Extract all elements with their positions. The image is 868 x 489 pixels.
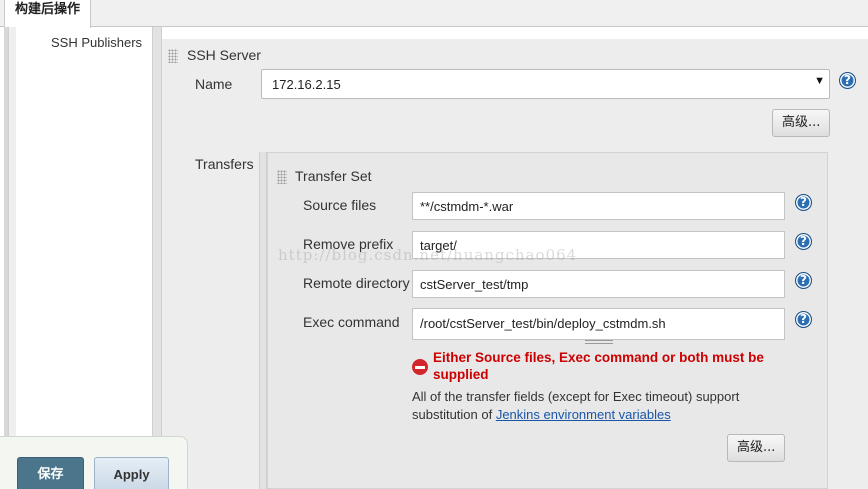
ssh-publishers-label: SSH Publishers [51, 35, 143, 50]
remove-prefix-help-icon[interactable]: ? [795, 233, 812, 250]
exec-command-help-icon[interactable]: ? [795, 311, 812, 328]
left-gutter-panel [8, 27, 16, 489]
watermark-text: http://blog.csdn.net/huangchao064 [278, 246, 578, 264]
textarea-resize-handle[interactable] [585, 340, 613, 344]
publisher-section-gutter [152, 27, 162, 489]
ssh-server-drag-handle-icon[interactable] [168, 49, 178, 63]
server-name-help-icon[interactable]: ? [839, 72, 856, 89]
transfer-set-drag-handle-icon[interactable] [277, 170, 287, 184]
no-entry-icon [412, 359, 428, 375]
remote-directory-help-icon[interactable]: ? [795, 272, 812, 289]
server-name-value: 172.16.2.15 [272, 77, 341, 92]
remote-directory-label: Remote directory [303, 275, 410, 291]
save-button[interactable]: 保存 [17, 457, 84, 489]
exec-command-label: Exec command [303, 314, 400, 330]
server-advanced-button[interactable]: 高级... [772, 109, 831, 137]
tab-post-build-actions[interactable]: 构建后操作 [4, 0, 92, 28]
transfers-gutter [259, 152, 267, 489]
transfer-fields-note: All of the transfer fields (except for E… [412, 388, 772, 424]
exec-command-textarea[interactable]: /root/cstServer_test/bin/deploy_cstmdm.s… [412, 308, 785, 340]
transfer-advanced-button[interactable]: 高级... [727, 434, 786, 462]
triangle-down-icon: ▼ [814, 75, 825, 87]
apply-button[interactable]: Apply [94, 457, 169, 489]
source-files-label: Source files [303, 197, 377, 213]
remote-directory-input[interactable]: cstServer_test/tmp [412, 270, 785, 298]
jenkins-env-vars-link[interactable]: Jenkins environment variables [496, 407, 671, 422]
server-name-select[interactable]: 172.16.2.15 ▼ [261, 69, 830, 99]
server-name-label: Name [195, 76, 233, 92]
section-tab-bar [0, 0, 868, 27]
validation-error-message: Either Source files, Exec command or bot… [433, 350, 764, 382]
source-files-help-icon[interactable]: ? [795, 194, 812, 211]
transfers-label: Transfers [195, 156, 254, 172]
transfer-set-title: Transfer Set [295, 168, 372, 184]
ssh-server-title: SSH Server [187, 47, 261, 63]
source-files-input[interactable]: **/cstmdm-*.war [412, 192, 785, 220]
